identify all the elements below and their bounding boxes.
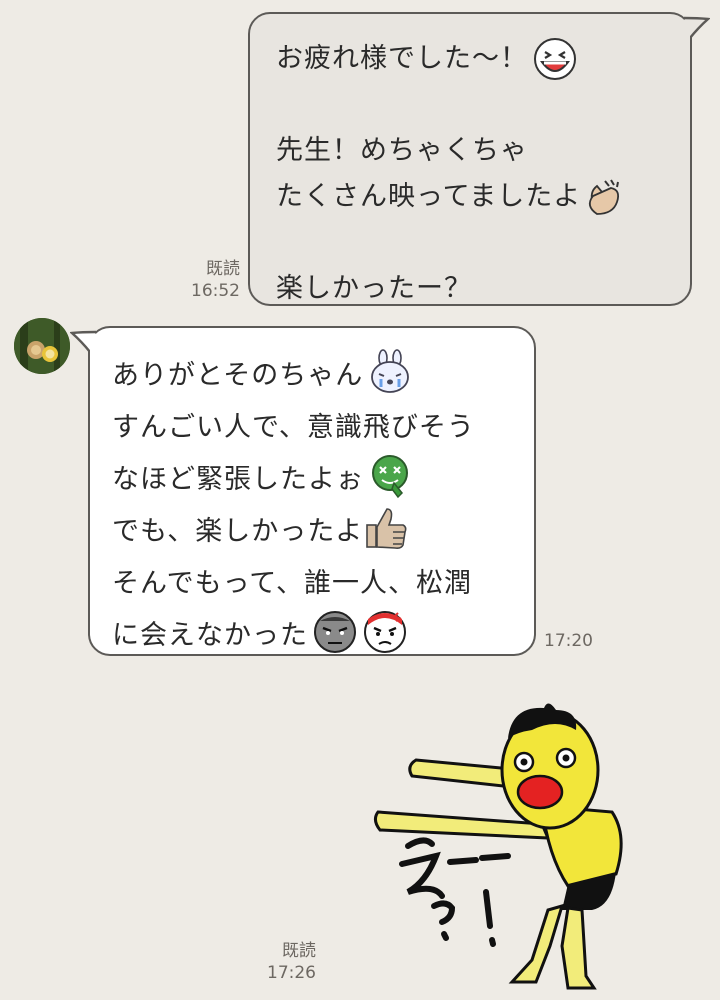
message-line: なほど緊張したよぉ <box>112 450 475 502</box>
glaring-gray-face-icon <box>312 609 358 655</box>
read-receipt: 既読 <box>282 941 316 961</box>
message-line: お疲れ様でした〜！ <box>276 36 627 82</box>
incoming-message-time: 17:20 <box>544 631 593 651</box>
incoming-message-bubble[interactable]: ありがとそのちゃん すんごい人で、意識飛びそう なほど緊張したよぉ でも、楽しか… <box>70 326 536 658</box>
outgoing-message-meta: 既読 16:52 <box>176 258 240 302</box>
message-line: そんでもって、誰一人、松潤 <box>112 567 472 599</box>
incoming-message-text: ありがとそのちゃん すんごい人で、意識飛びそう なほど緊張したよぉ でも、楽しか… <box>112 346 475 658</box>
message-line: 先生！めちゃくちゃ <box>276 135 528 166</box>
outgoing-message-text: お疲れ様でした〜！ 先生！めちゃくちゃ たくさん映ってましたよ 楽しかったー？ <box>276 36 627 312</box>
message-line: でも、楽しかったよ <box>112 502 475 554</box>
laughing-face-icon <box>532 36 578 82</box>
message-time: 17:26 <box>267 963 316 983</box>
clapping-hands-icon <box>581 174 627 220</box>
crying-rabbit-icon <box>367 349 413 395</box>
sticker-message-meta: 既読 17:26 <box>254 940 316 984</box>
sticker-image <box>373 703 623 990</box>
thumbs-up-icon <box>363 505 409 551</box>
message-line: ありがとそのちゃん <box>112 346 475 398</box>
message-line: すんごい人で、意識飛びそう <box>112 411 475 443</box>
bubble-tail <box>70 330 96 354</box>
read-receipt: 既読 <box>206 259 240 279</box>
message-line: たくさん映ってましたよ <box>276 174 627 220</box>
contact-avatar[interactable] <box>14 318 70 374</box>
outgoing-message-bubble[interactable]: お疲れ様でした〜！ 先生！めちゃくちゃ たくさん映ってましたよ 楽しかったー？ <box>248 12 710 306</box>
dizzy-green-face-icon <box>368 453 414 499</box>
angry-red-face-icon <box>362 609 408 655</box>
message-line: に会えなかった <box>112 606 475 658</box>
sticker-surprised-character[interactable] <box>372 696 672 996</box>
bubble-tail <box>684 16 710 40</box>
message-time: 16:52 <box>191 281 240 301</box>
message-line: 楽しかったー？ <box>276 273 472 304</box>
